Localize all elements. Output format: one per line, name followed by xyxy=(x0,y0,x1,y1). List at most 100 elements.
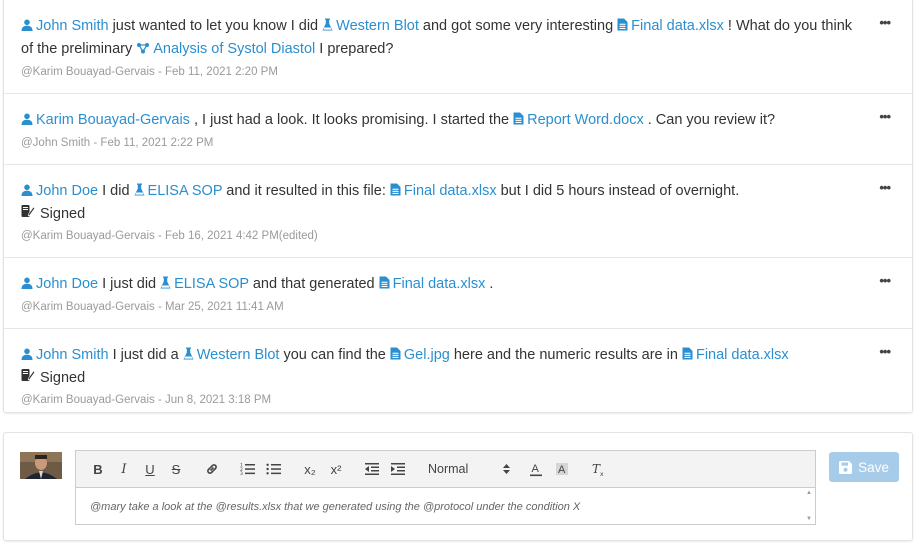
file-link[interactable]: Final data.xlsx xyxy=(390,183,497,199)
signed-label: Signed xyxy=(40,370,86,386)
file-link[interactable]: Final data.xlsx xyxy=(682,347,789,363)
protocol-link[interactable]: Western Blot xyxy=(183,347,280,363)
ordered-list-icon[interactable]: 123 xyxy=(238,459,258,479)
comment-item: John Smith I just did a Western Blot you… xyxy=(4,329,912,421)
svg-text:x: x xyxy=(600,471,604,477)
superscript-button[interactable]: x² xyxy=(326,459,346,479)
editor-content: @mary take a look at the @results.xlsx t… xyxy=(90,501,581,513)
strikethrough-button[interactable]: S xyxy=(166,459,186,479)
flask-icon xyxy=(134,181,145,203)
comment-item: John Smith just wanted to let you know I… xyxy=(4,0,912,94)
bold-button[interactable]: B xyxy=(88,459,108,479)
user-mention-label: John Doe xyxy=(36,276,99,292)
file-link[interactable]: Gel.jpg xyxy=(390,347,450,363)
protocol-link[interactable]: Western Blot xyxy=(322,18,419,34)
comment-text-segment: . xyxy=(485,276,494,292)
more-options-icon[interactable]: ••• xyxy=(879,345,891,358)
user-icon xyxy=(21,345,33,367)
analysis-link[interactable]: Analysis of Systol Diastol xyxy=(136,41,315,57)
protocol-link[interactable]: ELISA SOP xyxy=(134,183,223,199)
text-color-icon[interactable]: A xyxy=(526,459,546,479)
file-icon xyxy=(390,345,401,367)
comment-meta: @Karim Bouayad-Gervais - Feb 11, 2021 2:… xyxy=(21,66,278,78)
user-icon xyxy=(21,274,33,296)
file-link-label: Final data.xlsx xyxy=(392,276,486,292)
font-size-select[interactable]: Normal xyxy=(424,462,514,476)
flask-icon xyxy=(183,345,194,367)
comment-meta: @Karim Bouayad-Gervais - Mar 25, 2021 11… xyxy=(21,301,284,313)
bullet-list-icon[interactable] xyxy=(264,459,284,479)
signed-badge: Signed xyxy=(21,367,852,389)
file-link[interactable]: Report Word.docx xyxy=(513,112,644,128)
signature-icon xyxy=(21,205,35,222)
subscript-button[interactable]: x₂ xyxy=(300,459,320,479)
user-mention-label: John Smith xyxy=(36,347,109,363)
user-mention[interactable]: Karim Bouayad-Gervais xyxy=(21,112,190,128)
rich-text-editor: B I U S 123 x₂ x² Normal A A T x @mary t… xyxy=(75,450,816,525)
more-options-icon[interactable]: ••• xyxy=(879,110,891,123)
file-link[interactable]: Final data.xlsx xyxy=(379,276,486,292)
comment-text-segment: and got some very interesting xyxy=(418,18,618,34)
more-options-icon[interactable]: ••• xyxy=(879,181,891,194)
avatar xyxy=(20,452,62,479)
protocol-link-label: Western Blot xyxy=(336,18,419,34)
italic-button[interactable]: I xyxy=(114,459,134,479)
user-mention[interactable]: John Smith xyxy=(21,347,109,363)
clear-format-icon[interactable]: Tx xyxy=(588,459,608,479)
comment-item: John Doe I did ELISA SOP and it resulted… xyxy=(4,165,912,258)
comment-text: Karim Bouayad-Gervais , I just had a loo… xyxy=(21,109,852,132)
comment-meta: @Karim Bouayad-Gervais - Jun 8, 2021 3:1… xyxy=(21,394,272,406)
file-link-label: Final data.xlsx xyxy=(403,183,497,199)
file-link[interactable]: Final data.xlsx xyxy=(617,18,724,34)
file-link-label: Final data.xlsx xyxy=(631,18,724,34)
more-options-icon[interactable]: ••• xyxy=(879,274,891,287)
save-button[interactable]: Save xyxy=(829,452,899,482)
signature-icon xyxy=(21,369,35,386)
comment-text-segment: , I just had a look. It looks promising.… xyxy=(189,112,514,128)
comment-text-segment: you can find the xyxy=(279,347,390,363)
comment-text: John Doe I did ELISA SOP and it resulted… xyxy=(21,180,852,203)
comment-text-segment: . Can you review it? xyxy=(643,112,776,128)
file-icon xyxy=(682,345,693,367)
file-link-label: Report Word.docx xyxy=(527,112,644,128)
comment-text-segment: I just did xyxy=(98,276,161,292)
protocol-link-label: Western Blot xyxy=(196,347,280,363)
more-options-icon[interactable]: ••• xyxy=(879,16,891,29)
select-arrows-icon xyxy=(503,464,510,474)
flask-icon xyxy=(322,16,333,38)
scroll-up-icon[interactable]: ▲ xyxy=(806,490,812,496)
editor-scrollbar[interactable]: ▲ ▼ xyxy=(803,488,815,524)
flask-icon xyxy=(160,274,171,296)
save-label: Save xyxy=(858,459,889,475)
user-mention-label: Karim Bouayad-Gervais xyxy=(36,112,190,128)
font-size-value: Normal xyxy=(428,462,469,476)
protocol-link-label: ELISA SOP xyxy=(147,183,223,199)
svg-text:3: 3 xyxy=(240,471,243,476)
user-mention[interactable]: John Smith xyxy=(21,18,109,34)
scroll-down-icon[interactable]: ▼ xyxy=(806,516,812,522)
comment-text-segment: and it resulted in this file: xyxy=(222,183,390,199)
user-mention[interactable]: John Doe xyxy=(21,183,98,199)
comment-text-segment: I did xyxy=(98,183,134,199)
comment-item: John Doe I just did ELISA SOP and that g… xyxy=(4,258,912,329)
comment-text: John Doe I just did ELISA SOP and that g… xyxy=(21,273,852,296)
link-icon[interactable] xyxy=(202,459,222,479)
underline-button[interactable]: U xyxy=(140,459,160,479)
user-mention[interactable]: John Doe xyxy=(21,276,98,292)
comment-item: Karim Bouayad-Gervais , I just had a loo… xyxy=(4,94,912,165)
indent-icon[interactable] xyxy=(388,459,408,479)
outdent-icon[interactable] xyxy=(362,459,382,479)
comment-text-segment: here and the numeric results are in xyxy=(449,347,682,363)
svg-text:A: A xyxy=(558,464,566,476)
background-color-icon[interactable]: A xyxy=(552,459,572,479)
comment-composer: B I U S 123 x₂ x² Normal A A T x @mary t… xyxy=(3,432,913,541)
protocol-link[interactable]: ELISA SOP xyxy=(160,276,249,292)
analysis-link-label: Analysis of Systol Diastol xyxy=(153,41,316,57)
comment-meta: @John Smith - Feb 11, 2021 2:22 PM xyxy=(21,137,214,149)
user-icon xyxy=(21,110,33,132)
file-link-label: Final data.xlsx xyxy=(695,347,789,363)
editor-input[interactable]: @mary take a look at the @results.xlsx t… xyxy=(76,488,815,525)
comment-text-segment: but I did 5 hours instead of overnight. xyxy=(496,183,740,199)
user-icon xyxy=(21,16,33,38)
floppy-disk-icon xyxy=(839,460,853,474)
